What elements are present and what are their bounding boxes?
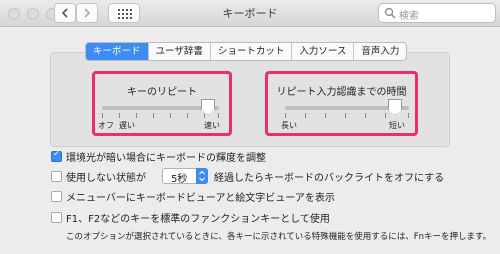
chevron-right-icon bbox=[84, 8, 91, 18]
grid-icon bbox=[118, 9, 132, 19]
slider-tick bbox=[136, 113, 137, 118]
close-window-button[interactable] bbox=[8, 8, 20, 20]
backlight-timeout-select[interactable]: 5秒 bbox=[162, 168, 208, 185]
slider-tick bbox=[204, 113, 205, 118]
function-keys-note: このオプションが選択されているときに、各キーに示されている特殊機能を使用するには… bbox=[66, 232, 492, 242]
backlight-off-checkbox[interactable] bbox=[51, 171, 62, 182]
adjust-brightness-label: 環境光が暗い場合にキーボードの輝度を調整 bbox=[66, 153, 266, 164]
repeat-delay-group: リピート入力認識までの時間 長い 短い bbox=[265, 71, 418, 136]
tab-bar: キーボード ユーザ辞書 ショートカット 入力ソース 音声入力 bbox=[85, 42, 408, 61]
search-icon bbox=[384, 7, 396, 19]
standard-function-keys-checkbox[interactable] bbox=[51, 212, 62, 223]
standard-function-keys-label: F1、F2などのキーを標準のファンクションキーとして使用 bbox=[66, 214, 330, 225]
title-bar: キーボード 検索 bbox=[0, 0, 500, 27]
backlight-off-label-before: 使用しない状態が bbox=[66, 173, 146, 184]
slider-tick bbox=[119, 113, 120, 118]
forward-button[interactable] bbox=[76, 3, 98, 23]
search-field[interactable]: 検索 bbox=[378, 3, 496, 23]
slider-tick bbox=[385, 113, 386, 118]
key-repeat-label-off: オフ bbox=[98, 121, 114, 130]
minimize-window-button[interactable] bbox=[27, 8, 39, 20]
tab-keyboard[interactable]: キーボード bbox=[86, 43, 148, 60]
repeat-delay-slider-knob[interactable] bbox=[388, 99, 402, 115]
slider-tick bbox=[153, 113, 154, 118]
search-placeholder: 検索 bbox=[399, 11, 419, 22]
window-title: キーボード bbox=[222, 7, 278, 20]
slider-tick bbox=[102, 113, 103, 118]
slider-tick bbox=[408, 113, 409, 118]
slider-tick bbox=[218, 113, 219, 118]
slider-tick bbox=[170, 113, 171, 118]
slider-tick bbox=[365, 113, 366, 118]
updown-arrows-icon bbox=[196, 168, 208, 184]
tab-input-sources[interactable]: 入力ソース bbox=[291, 43, 353, 60]
back-button[interactable] bbox=[54, 3, 76, 23]
slider-tick bbox=[325, 113, 326, 118]
key-repeat-label-slow: 遅い bbox=[119, 121, 135, 130]
show-all-button[interactable] bbox=[108, 3, 140, 23]
backlight-off-label-after: 経過したらキーボードのバックライトをオフにする bbox=[214, 173, 445, 184]
tab-shortcuts[interactable]: ショートカット bbox=[209, 43, 292, 60]
repeat-delay-title: リピート入力認識までの時間 bbox=[276, 87, 407, 98]
slider-tick bbox=[305, 113, 306, 118]
chevron-left-icon bbox=[61, 8, 68, 18]
slider-tick bbox=[187, 113, 188, 118]
key-repeat-label-fast: 速い bbox=[204, 121, 220, 130]
show-viewers-label: メニューバーにキーボードビューアと絵文字ビューアを表示 bbox=[66, 193, 335, 204]
show-viewers-checkbox[interactable] bbox=[51, 191, 62, 202]
tab-dictation[interactable]: 音声入力 bbox=[353, 43, 406, 60]
repeat-delay-label-short: 短い bbox=[389, 121, 405, 130]
key-repeat-title: キーのリピート bbox=[127, 87, 197, 98]
slider-tick bbox=[285, 113, 286, 118]
backlight-timeout-value: 5秒 bbox=[171, 174, 188, 185]
key-repeat-group: キーのリピート オフ 遅い 速い bbox=[92, 71, 232, 136]
adjust-brightness-checkbox[interactable] bbox=[51, 149, 62, 162]
tab-user-dictionary[interactable]: ユーザ辞書 bbox=[147, 43, 210, 60]
slider-tick bbox=[345, 113, 346, 118]
repeat-delay-label-long: 長い bbox=[281, 121, 297, 130]
